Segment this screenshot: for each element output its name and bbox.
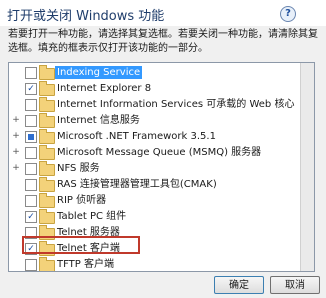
- folder-icon: [39, 113, 55, 128]
- feature-label: Indexing Service: [55, 66, 143, 79]
- folder-icon: [39, 97, 55, 112]
- feature-checkbox[interactable]: [25, 259, 37, 271]
- feature-checkbox[interactable]: [25, 67, 37, 79]
- expand-plus-icon[interactable]: +: [12, 148, 20, 157]
- folder-icon: [39, 65, 55, 80]
- telnet-client-highlight: [22, 236, 140, 254]
- expand-plus-icon[interactable]: +: [12, 116, 20, 125]
- feature-checkbox[interactable]: ✓: [25, 83, 37, 95]
- title-bar: 打开或关闭 Windows 功能 ?: [0, 0, 326, 26]
- feature-row[interactable]: + NFS 服务: [9, 161, 299, 176]
- feature-row[interactable]: TFTP 客户端: [9, 257, 299, 271]
- feature-checkbox[interactable]: [25, 147, 37, 159]
- feature-label: RAS 连接管理器管理工具包(CMAK): [57, 179, 217, 190]
- folder-icon: [39, 257, 55, 271]
- feature-checkbox[interactable]: [25, 195, 37, 207]
- folder-icon: [39, 209, 55, 224]
- feature-row[interactable]: + Microsoft Message Queue (MSMQ) 服务器: [9, 145, 299, 160]
- feature-row[interactable]: + Internet 信息服务: [9, 113, 299, 128]
- feature-label: TFTP 客户端: [57, 259, 115, 270]
- feature-label: RIP 侦听器: [57, 195, 107, 206]
- feature-label: Microsoft Message Queue (MSMQ) 服务器: [57, 147, 262, 158]
- feature-checkbox[interactable]: ✓: [25, 211, 37, 223]
- feature-checkbox[interactable]: [25, 131, 37, 143]
- feature-checkbox[interactable]: [25, 179, 37, 191]
- window-title: 打开或关闭 Windows 功能: [7, 9, 165, 24]
- feature-label: Internet Explorer 8: [57, 83, 152, 94]
- folder-icon: [39, 129, 55, 144]
- instructions-text: 若要打开一种功能，请选择其复选框。若要关闭一种功能，请清除其复选框。填充的框表示…: [8, 29, 318, 54]
- folder-icon: [39, 81, 55, 96]
- feature-row[interactable]: RAS 连接管理器管理工具包(CMAK): [9, 177, 299, 192]
- feature-label: NFS 服务: [57, 163, 100, 174]
- feature-row[interactable]: ✓ Tablet PC 组件: [9, 209, 299, 224]
- folder-icon: [39, 177, 55, 192]
- feature-checkbox[interactable]: [25, 99, 37, 111]
- expand-plus-icon[interactable]: +: [12, 132, 20, 141]
- feature-label: Tablet PC 组件: [57, 211, 127, 222]
- help-icon[interactable]: ?: [280, 6, 296, 22]
- expand-plus-icon[interactable]: +: [12, 164, 20, 173]
- feature-row[interactable]: RIP 侦听器: [9, 193, 299, 208]
- folder-icon: [39, 161, 55, 176]
- feature-label: Internet Information Services 可承载的 Web 核…: [57, 99, 295, 110]
- feature-row[interactable]: ✓ Internet Explorer 8: [9, 81, 299, 96]
- feature-row[interactable]: + Microsoft .NET Framework 3.5.1: [9, 129, 299, 144]
- ok-button[interactable]: 确定: [214, 276, 264, 294]
- feature-label: Internet 信息服务: [57, 115, 140, 126]
- feature-row[interactable]: Indexing Service: [9, 65, 299, 80]
- vertical-scrollbar[interactable]: [300, 63, 314, 271]
- feature-row[interactable]: Internet Information Services 可承载的 Web 核…: [9, 97, 299, 112]
- feature-checkbox[interactable]: [25, 163, 37, 175]
- feature-checkbox[interactable]: [25, 115, 37, 127]
- folder-icon: [39, 145, 55, 160]
- feature-label: Microsoft .NET Framework 3.5.1: [57, 131, 216, 142]
- folder-icon: [39, 193, 55, 208]
- cancel-button[interactable]: 取消: [270, 276, 320, 294]
- windows-features-dialog: 打开或关闭 Windows 功能 ? 若要打开一种功能，请选择其复选框。若要关闭…: [0, 0, 326, 298]
